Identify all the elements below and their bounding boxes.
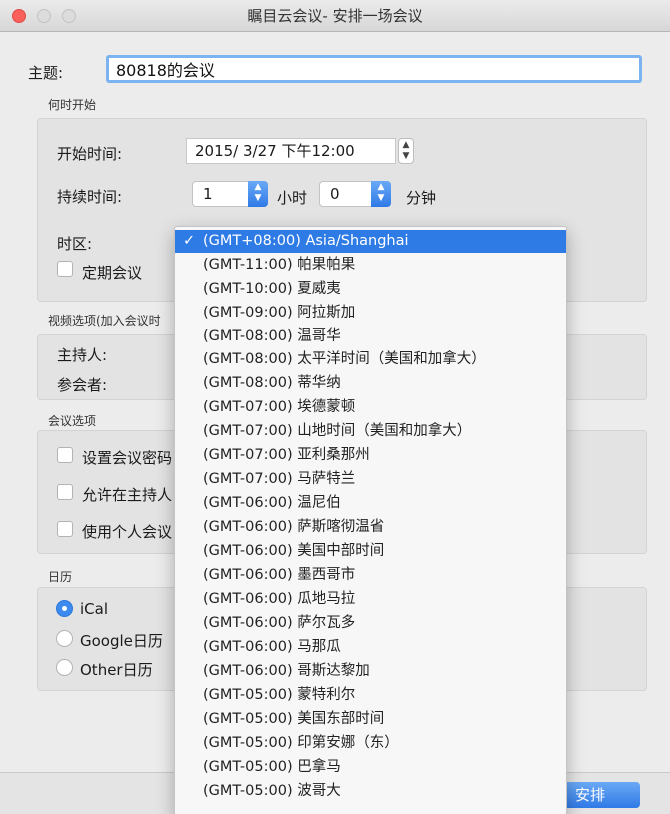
hours-value: 1 — [203, 185, 213, 203]
start-datetime-field[interactable]: 2015/ 3/27 下午12:00 — [186, 138, 396, 164]
timezone-option[interactable]: (GMT-06:00) 瓜地马拉 — [175, 588, 566, 611]
timezone-option[interactable]: (GMT-07:00) 山地时间（美国和加拿大） — [175, 420, 566, 443]
timezone-option[interactable]: ✓ (GMT+08:00) Asia/Shanghai — [175, 230, 566, 253]
calendar-ical-radio[interactable] — [56, 600, 73, 617]
minutes-unit-label: 分钟 — [406, 189, 437, 207]
calendar-ical-label: iCal — [80, 600, 109, 618]
recurring-meeting-label: 定期会议 — [82, 264, 143, 282]
timezone-option[interactable]: (GMT-11:00) 帕果帕果 — [175, 254, 566, 277]
schedule-meeting-window: 瞩目云会议- 安排一场会议 主题: 何时开始 开始时间: 2015/ 3/27 … — [0, 0, 670, 814]
timezone-option[interactable]: (GMT-07:00) 马萨特兰 — [175, 468, 566, 491]
checkmark-icon: ✓ — [183, 233, 196, 249]
timezone-option[interactable]: (GMT-10:00) 夏威夷 — [175, 278, 566, 301]
when-section-label: 何时开始 — [48, 98, 97, 112]
timezone-option[interactable]: (GMT-08:00) 太平洋时间（美国和加拿大） — [175, 348, 566, 371]
timezone-option[interactable]: (GMT-06:00) 萨斯喀彻温省 — [175, 516, 566, 539]
duration-minutes-popup[interactable]: 0 ▲ ▼ — [319, 181, 391, 207]
subject-input[interactable] — [106, 55, 642, 83]
meeting-password-checkbox[interactable] — [57, 447, 73, 463]
timezone-option[interactable]: (GMT-08:00) 蒂华纳 — [175, 372, 566, 395]
title-bar: 瞩目云会议- 安排一场会议 — [0, 0, 670, 32]
video-section-label: 视频选项(加入会议时 — [48, 314, 161, 328]
timezone-option[interactable]: (GMT-07:00) 亚利桑那州 — [175, 444, 566, 467]
calendar-other-radio[interactable] — [56, 659, 73, 676]
calendar-other-label: Other日历 — [80, 661, 153, 679]
timezone-option[interactable]: (GMT-05:00) 印第安娜（东） — [175, 732, 566, 755]
timezone-option[interactable]: (GMT-06:00) 温尼伯 — [175, 492, 566, 515]
timezone-option[interactable]: (GMT-05:00) 美国东部时间 — [175, 708, 566, 731]
timezone-option[interactable]: (GMT-06:00) 哥斯达黎加 — [175, 660, 566, 683]
stepper-down-icon: ▼ — [402, 151, 410, 161]
timezone-option[interactable]: (GMT-05:00) 蒙特利尔 — [175, 684, 566, 707]
timezone-option[interactable]: (GMT-05:00) 波哥大 — [175, 780, 566, 803]
hours-unit-label: 小时 — [277, 189, 308, 207]
calendar-google-radio[interactable] — [56, 630, 73, 647]
chevron-updown-icon: ▲ ▼ — [248, 181, 268, 207]
join-before-host-label: 允许在主持人 — [82, 486, 173, 504]
timezone-option[interactable]: (GMT-06:00) 萨尔瓦多 — [175, 612, 566, 635]
stepper-up-icon: ▲ — [402, 140, 410, 150]
start-datetime-stepper[interactable]: ▲ ▼ — [398, 138, 414, 164]
minutes-value: 0 — [330, 185, 340, 203]
timezone-option[interactable]: (GMT-06:00) 马那瓜 — [175, 636, 566, 659]
subject-label: 主题: — [28, 64, 64, 82]
participants-label: 参会者: — [57, 376, 108, 394]
join-before-host-checkbox[interactable] — [57, 484, 73, 500]
timezone-option[interactable]: (GMT-06:00) 美国中部时间 — [175, 540, 566, 563]
recurring-meeting-checkbox[interactable] — [57, 261, 73, 277]
meeting-options-section-label: 会议选项 — [48, 414, 97, 428]
duration-label: 持续时间: — [57, 188, 123, 206]
meeting-password-label: 设置会议密码 — [82, 449, 173, 467]
start-time-label: 开始时间: — [57, 145, 123, 163]
timezone-label: 时区: — [57, 235, 93, 253]
timezone-dropdown-menu[interactable]: ✓ (GMT+08:00) Asia/Shanghai (GMT-11:00) 帕… — [174, 226, 567, 814]
personal-meeting-id-label: 使用个人会议 — [82, 523, 173, 541]
timezone-option[interactable]: (GMT-07:00) 埃德蒙顿 — [175, 396, 566, 419]
calendar-google-label: Google日历 — [80, 632, 163, 650]
window-title: 瞩目云会议- 安排一场会议 — [247, 7, 423, 25]
duration-hours-popup[interactable]: 1 ▲ ▼ — [192, 181, 268, 207]
calendar-section-label: 日历 — [48, 570, 73, 584]
timezone-option[interactable]: (GMT-08:00) 温哥华 — [175, 325, 566, 348]
host-label: 主持人: — [57, 346, 108, 364]
timezone-option[interactable]: (GMT-09:00) 阿拉斯加 — [175, 302, 566, 325]
chevron-updown-icon: ▲ ▼ — [371, 181, 391, 207]
personal-meeting-id-checkbox[interactable] — [57, 521, 73, 537]
timezone-option[interactable]: (GMT-06:00) 墨西哥市 — [175, 564, 566, 587]
timezone-option[interactable]: (GMT-05:00) 巴拿马 — [175, 756, 566, 779]
